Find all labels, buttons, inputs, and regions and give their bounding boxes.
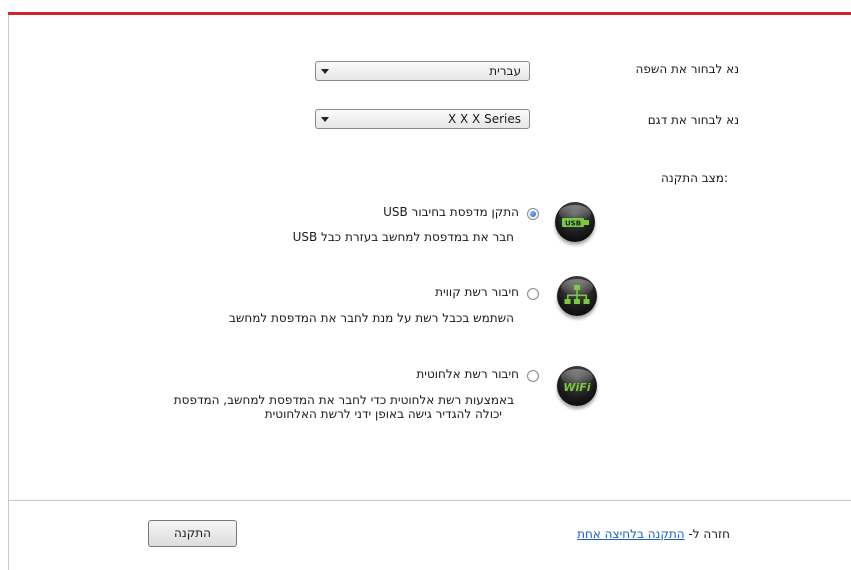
- wifi-icon-text: WiFi: [563, 381, 590, 394]
- wired-network-radio[interactable]: [527, 288, 539, 300]
- install-button[interactable]: התקנה: [148, 520, 237, 547]
- installer-window: נא לבחור את השפה עברית נא לבחור את דגם X…: [0, 0, 851, 570]
- usb-icon: USB: [555, 202, 595, 242]
- one-click-install-link[interactable]: התקנה בלחיצה אחת: [577, 527, 685, 541]
- wifi-icon: WiFi: [557, 366, 597, 406]
- footer-divider: [8, 500, 851, 501]
- back-link-row: חזרה ל- התקנה בלחיצה אחת: [577, 527, 730, 541]
- wireless-network-option-title[interactable]: חיבור רשת אלחוטית: [416, 367, 519, 381]
- language-label: נא לבחור את השפה: [635, 62, 740, 76]
- language-select-value: עברית: [489, 64, 521, 78]
- chevron-down-icon: [321, 69, 329, 74]
- model-select-value: X X X Series: [447, 112, 521, 126]
- usb-install-radio[interactable]: [527, 208, 539, 220]
- usb-option-description: חבר את במדפסת למחשב בעזרת כבל USB: [293, 230, 514, 244]
- language-select[interactable]: עברית: [315, 61, 530, 81]
- wired-network-option-description-line: השתמש בכבל רשת על מנת לחבר את המדפסת למח…: [228, 311, 514, 325]
- wireless-network-radio[interactable]: [527, 370, 539, 382]
- usb-icon-text: USB: [565, 220, 581, 228]
- usb-option-description-line: חבר את במדפסת למחשב בעזרת כבל USB: [292, 230, 514, 244]
- install-mode-label: :מצב התקנה: [661, 171, 728, 185]
- accent-top-bar: [8, 12, 851, 15]
- model-label: נא לבחור את דגם: [647, 113, 739, 127]
- wireless-network-option-description-line: באמצעות רשת אלחוטית כדי לחבר את המדפסת ל…: [173, 393, 514, 407]
- wired-network-option-description: השתמש בכבל רשת על מנת לחבר את המדפסת למח…: [229, 311, 514, 325]
- window-left-border: [8, 15, 9, 570]
- wireless-network-option-description: באמצעות רשת אלחוטית כדי לחבר את המדפסת ל…: [174, 393, 514, 421]
- wired-network-icon: [557, 276, 597, 316]
- chevron-down-icon: [321, 117, 329, 122]
- wireless-network-option-description-line: יכולה להגדיר גישה באופן ידני לרשת האלחוט…: [264, 407, 502, 421]
- usb-option-title[interactable]: התקן מדפסת בחיבור USB: [383, 205, 519, 219]
- wired-network-option-title[interactable]: חיבור רשת קווית: [435, 285, 519, 299]
- model-select[interactable]: X X X Series: [315, 109, 530, 129]
- back-prefix: חזרה ל-: [688, 527, 730, 541]
